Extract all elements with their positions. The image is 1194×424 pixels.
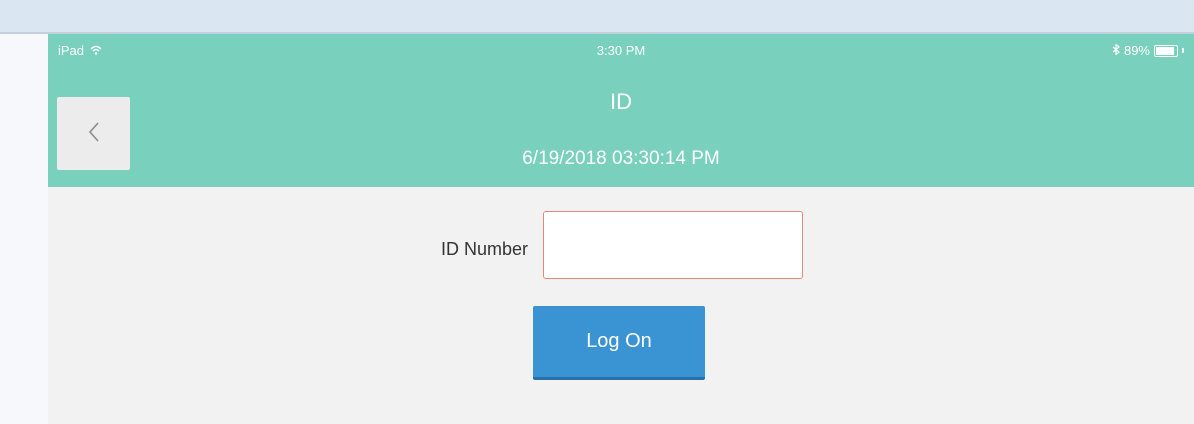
bluetooth-icon — [1112, 43, 1120, 58]
page-title: ID — [610, 89, 632, 114]
browser-top-strip — [0, 0, 1194, 34]
log-on-button[interactable]: Log On — [533, 306, 705, 380]
id-number-input[interactable] — [543, 211, 803, 279]
status-bar: iPad 3:30 PM 89% — [48, 34, 1194, 64]
battery-percent: 89% — [1123, 43, 1150, 58]
battery-fill — [1156, 46, 1174, 55]
status-time: 3:30 PM — [596, 43, 646, 58]
left-margin — [0, 34, 48, 424]
id-number-label: ID Number — [440, 239, 528, 259]
id-form-row: ID Number — [48, 211, 1194, 281]
battery-tip — [1182, 48, 1184, 53]
chevron-left-icon — [87, 121, 101, 146]
app-screen: iPad 3:30 PM 89% ID 6/19/2018 03:30:14 P… — [48, 34, 1194, 424]
timestamp: 6/19/2018 03:30:14 PM — [522, 148, 720, 169]
app-header: iPad 3:30 PM 89% ID 6/19/2018 03:30:14 P… — [48, 34, 1194, 187]
status-right: 89% — [1112, 43, 1184, 58]
battery-icon — [1154, 44, 1178, 57]
